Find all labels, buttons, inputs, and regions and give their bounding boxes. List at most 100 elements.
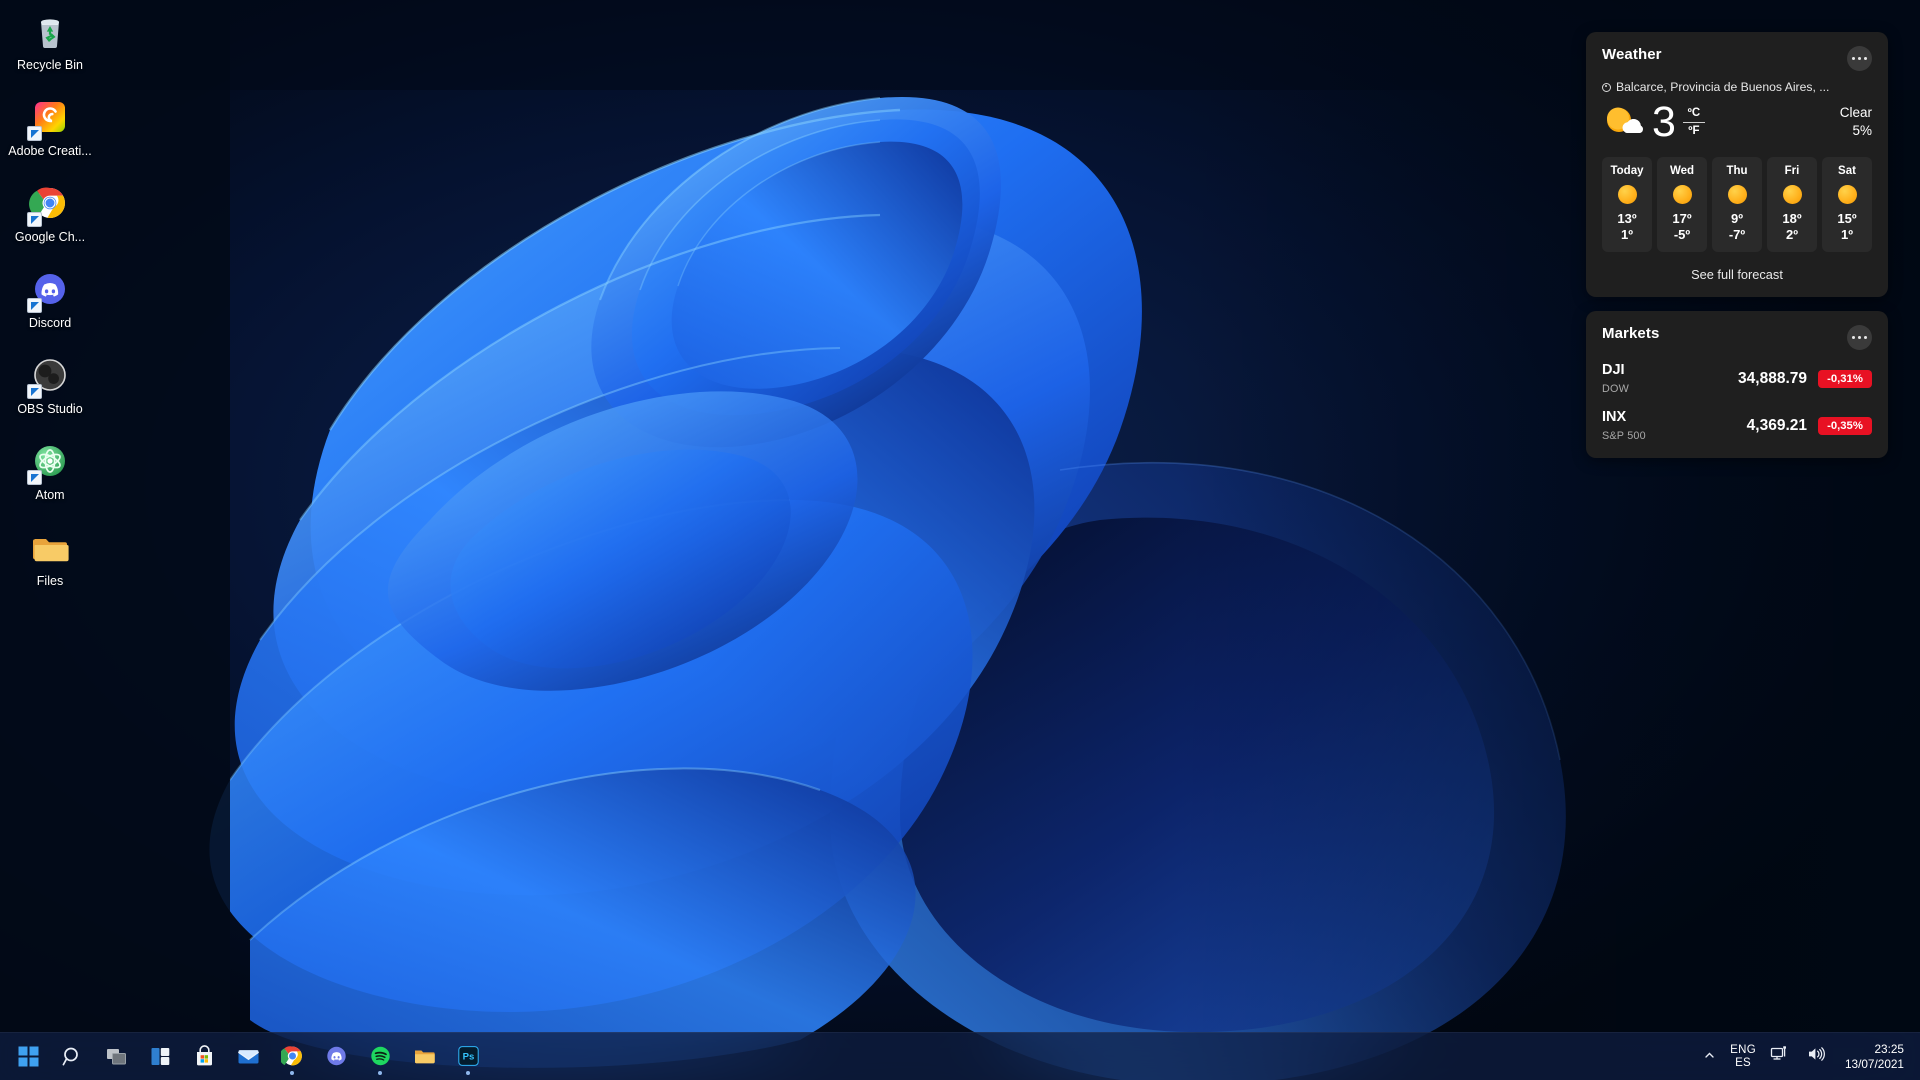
running-indicator (290, 1070, 294, 1075)
forecast-day-label: Today (1610, 165, 1644, 177)
discord-icon (325, 1045, 348, 1068)
obs-studio-icon (27, 354, 72, 399)
weather-header: Weather (1602, 46, 1872, 71)
weather-temperature: 3 (1652, 98, 1676, 146)
recycle-bin-icon (28, 10, 72, 54)
widgets-panel: Weather Balcarce, Provincia de Buenos Ai… (1586, 32, 1888, 472)
market-identity: INX S&P 500 (1602, 408, 1664, 444)
sunny-icon (1782, 185, 1802, 204)
weather-widget-card: Weather Balcarce, Provincia de Buenos Ai… (1586, 32, 1888, 297)
desktop-icon-google-chrome[interactable]: Google Ch... (0, 176, 100, 262)
forecast-day[interactable]: Sat 15º 1º (1822, 157, 1872, 252)
photoshop-button[interactable]: Ps (446, 1037, 490, 1077)
spotify-button[interactable] (358, 1037, 402, 1077)
language-indicator-button[interactable]: ENG ES (1723, 1037, 1763, 1077)
weather-location-row: Balcarce, Provincia de Buenos Aires, ... (1602, 80, 1872, 94)
desktop-icon-adobe-creative-cloud[interactable]: Adobe Creati... (0, 90, 100, 176)
google-chrome-button[interactable] (270, 1037, 314, 1077)
desktop-icon-label: Google Ch... (14, 230, 86, 244)
market-row[interactable]: DJI DOW 34,888.79 -0,31% (1602, 361, 1872, 397)
shortcut-overlay-icon (27, 126, 42, 141)
network-button[interactable] (1763, 1037, 1800, 1077)
market-row[interactable]: INX S&P 500 4,369.21 -0,35% (1602, 408, 1872, 444)
forecast-high: 15º (1837, 211, 1857, 226)
folder-icon (413, 1045, 436, 1068)
weather-condition-block: Clear 5% (1840, 104, 1872, 140)
google-chrome-icon (278, 1045, 304, 1068)
language-primary: ENG (1730, 1043, 1756, 1056)
weather-location-text: Balcarce, Provincia de Buenos Aires, ... (1616, 80, 1830, 94)
taskbar: Ps ENG ES 23:25 13/07/2021 (0, 1032, 1920, 1080)
weather-unit-toggle[interactable]: ºC ºF (1682, 106, 1705, 138)
desktop-icon-label: Recycle Bin (17, 58, 83, 72)
taskbar-app-group: Ps (0, 1037, 1920, 1077)
desktop-icon-obs-studio[interactable]: OBS Studio (0, 348, 100, 434)
volume-icon (1807, 1045, 1830, 1068)
volume-button[interactable] (1800, 1037, 1837, 1077)
location-pin-icon (1602, 82, 1611, 92)
market-change-badge: -0,35% (1818, 417, 1872, 435)
forecast-day-label: Thu (1726, 165, 1748, 177)
market-name: S&P 500 (1602, 430, 1646, 442)
discord-button[interactable] (314, 1037, 358, 1077)
microsoft-store-icon (193, 1045, 216, 1068)
atom-icon (27, 440, 72, 485)
photoshop-icon: Ps (457, 1045, 480, 1068)
forecast-low: -5º (1673, 227, 1691, 242)
widgets-button[interactable] (138, 1037, 182, 1077)
start-button[interactable] (6, 1037, 50, 1077)
unit-divider (1682, 121, 1705, 123)
sunny-icon (1837, 185, 1857, 204)
running-indicator (466, 1070, 470, 1075)
system-tray: ENG ES 23:25 13/07/2021 (1696, 1033, 1920, 1080)
desktop: Recycle Bin Adobe Creati... Google Ch...… (0, 0, 1920, 1080)
desktop-icon-list: Recycle Bin Adobe Creati... Google Ch...… (0, 4, 100, 606)
file-explorer-button[interactable] (402, 1037, 446, 1077)
forecast-day[interactable]: Thu 9º -7º (1712, 157, 1762, 252)
market-symbol: INX (1602, 409, 1627, 425)
forecast-day-label: Wed (1669, 165, 1695, 177)
forecast-high: 18º (1782, 211, 1802, 226)
desktop-icon-files-folder[interactable]: Files (0, 520, 100, 606)
forecast-day[interactable]: Today 13º 1º (1602, 157, 1652, 252)
desktop-icon-atom[interactable]: Atom (0, 434, 100, 520)
desktop-icon-label: Adobe Creati... (8, 144, 92, 158)
market-value: 34,888.79 (1738, 370, 1807, 387)
language-secondary: ES (1735, 1056, 1752, 1069)
show-hidden-icons-button[interactable] (1696, 1037, 1723, 1077)
desktop-icon-label: OBS Studio (17, 402, 83, 416)
weather-unit-celsius: ºC (1687, 106, 1701, 119)
weather-forecast-row: Today 13º 1º Wed 17º -5º Thu 9º -7º Fri … (1602, 157, 1872, 252)
forecast-day[interactable]: Fri 18º 2º (1767, 157, 1817, 252)
windows-start-icon (17, 1045, 40, 1068)
desktop-icon-label: Atom (35, 488, 65, 502)
sunny-icon (1727, 185, 1747, 204)
search-button[interactable] (50, 1037, 94, 1077)
see-full-forecast-link[interactable]: See full forecast (1602, 264, 1872, 283)
forecast-high: 13º (1617, 211, 1637, 226)
weather-unit-fahrenheit: ºF (1688, 124, 1700, 137)
mail-button[interactable] (226, 1037, 270, 1077)
spotify-icon (369, 1045, 392, 1068)
forecast-low: 2º (1786, 227, 1798, 242)
forecast-day[interactable]: Wed 17º -5º (1657, 157, 1707, 252)
desktop-icon-recycle-bin[interactable]: Recycle Bin (0, 4, 100, 90)
task-view-button[interactable] (94, 1037, 138, 1077)
google-chrome-icon (27, 182, 72, 227)
desktop-icon-label: Discord (28, 316, 72, 330)
sun-behind-cloud-icon (1602, 103, 1644, 141)
markets-more-options-icon[interactable] (1847, 325, 1872, 350)
desktop-icon-discord[interactable]: Discord (0, 262, 100, 348)
markets-header: Markets (1602, 325, 1872, 350)
microsoft-store-button[interactable] (182, 1037, 226, 1077)
weather-more-options-icon[interactable] (1847, 46, 1872, 71)
markets-widget-card: Markets DJI DOW 34,888.79 -0,31% INX S&P… (1586, 311, 1888, 458)
weather-condition-text: Clear (1839, 105, 1872, 120)
tray-time: 23:25 (1874, 1041, 1904, 1056)
market-value: 4,369.21 (1746, 417, 1807, 434)
mail-icon (237, 1045, 260, 1068)
clock-button[interactable]: 23:25 13/07/2021 (1837, 1042, 1910, 1072)
svg-text:Ps: Ps (462, 1052, 474, 1063)
sunny-icon (1617, 185, 1637, 204)
search-icon (61, 1045, 84, 1068)
